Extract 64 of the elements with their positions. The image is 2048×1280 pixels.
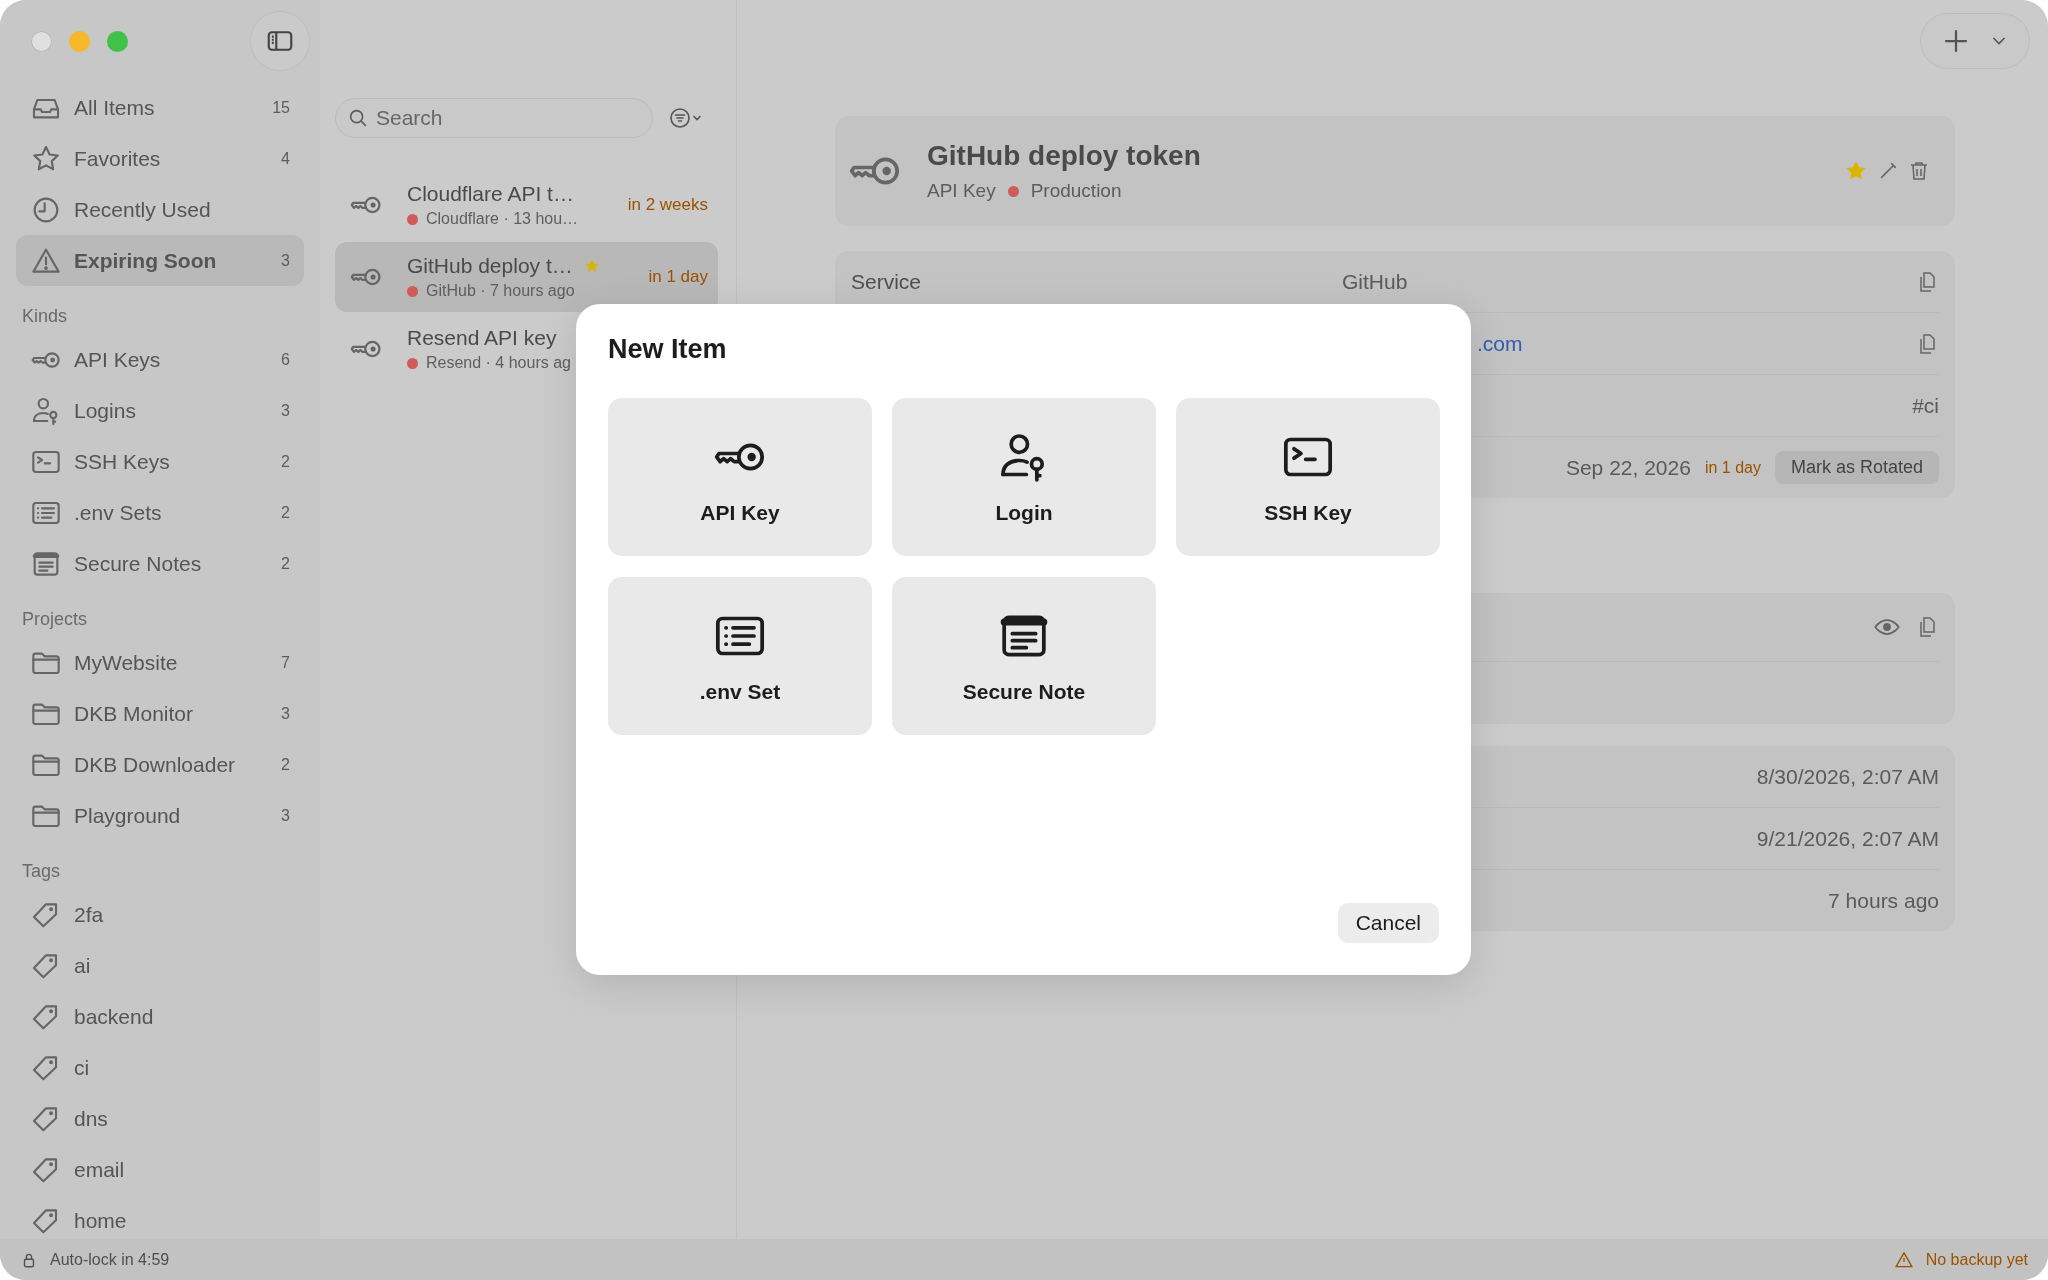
list-item[interactable]: Cloudflare API t… Cloudflare · 13 hou… in 2 weeks <box>335 170 718 240</box>
sidebar-item[interactable]: DKB Downloader 2 <box>16 739 304 790</box>
item-subtitle: GitHub · 7 hours ago <box>426 282 575 300</box>
sidebar-item[interactable]: MyWebsite 7 <box>16 637 304 688</box>
sidebar-item[interactable]: Expiring Soon 3 <box>16 235 304 286</box>
search-icon <box>347 107 369 129</box>
cancel-button[interactable]: Cancel <box>1337 903 1439 943</box>
item-type-option[interactable]: SSH Key <box>1176 398 1440 556</box>
sidebar-item[interactable]: home <box>16 1195 304 1239</box>
item-type-option[interactable]: Secure Note <box>892 577 1156 735</box>
due-label: in 1 day <box>1704 458 1761 477</box>
tag-value: #ci <box>1912 393 1939 418</box>
sidebar-item[interactable]: API Keys 6 <box>16 334 304 385</box>
due-label: in 1 day <box>648 267 708 287</box>
item-type-option[interactable]: API Key <box>608 398 872 556</box>
sidebar-item[interactable]: Playground 3 <box>16 790 304 841</box>
item-subtitle: Cloudflare · 13 hou… <box>426 210 579 228</box>
item-title: GitHub deploy token <box>927 140 1201 171</box>
close-button[interactable] <box>31 30 52 52</box>
sidebar-item[interactable]: Favorites 4 <box>16 133 304 184</box>
sidebar-item[interactable]: SSH Keys 2 <box>16 436 304 487</box>
sidebar-item[interactable]: ai <box>16 940 304 991</box>
kind-label: API Key <box>927 180 996 202</box>
field-label: Service <box>851 269 922 293</box>
status-dot <box>407 357 418 369</box>
field-value: GitHub <box>1342 269 1408 293</box>
url-link[interactable]: .com <box>1477 331 1523 355</box>
item-type-option[interactable]: .env Set <box>608 577 872 735</box>
sidebar-item[interactable]: All Items 15 <box>16 82 304 133</box>
warning-icon <box>1893 1249 1914 1270</box>
item-title: Resend API key <box>407 326 557 350</box>
sidebar-item[interactable]: ci <box>16 1042 304 1093</box>
sidebar-item[interactable]: .env Sets 2 <box>16 487 304 538</box>
metadata-value: 8/30/2026, 2:07 AM <box>1756 764 1939 789</box>
sidebar-item[interactable]: Recently Used <box>16 184 304 235</box>
section-header: Projects <box>21 608 89 631</box>
environment-label: Production <box>1030 180 1122 202</box>
status-dot <box>1007 185 1019 197</box>
status-dot <box>407 213 418 225</box>
metadata-value: 9/21/2026, 2:07 AM <box>1756 826 1939 851</box>
sidebar-item[interactable]: email <box>16 1144 304 1195</box>
autolock-label: Auto-lock in 4:59 <box>50 1250 170 1269</box>
filter-menu-button[interactable] <box>669 106 703 130</box>
dialog-title: New Item <box>608 334 728 365</box>
sidebar-item[interactable]: DKB Monitor 3 <box>16 688 304 739</box>
item-title: GitHub deploy t… <box>407 254 573 278</box>
section-header: Tags <box>21 860 62 883</box>
sidebar-item[interactable]: Secure Notes 2 <box>16 538 304 589</box>
item-title: Cloudflare API t… <box>407 182 574 206</box>
list-item[interactable]: GitHub deploy t… GitHub · 7 hours ago in 1 day <box>335 242 718 312</box>
metadata-value: 7 hours ago <box>1828 888 1939 913</box>
sidebar-item[interactable]: backend <box>16 991 304 1042</box>
item-type-option[interactable]: Login <box>892 398 1156 556</box>
backup-warning: No backup yet <box>1925 1250 2028 1269</box>
search-field[interactable]: Search <box>335 98 653 138</box>
section-header: Kinds <box>21 305 69 328</box>
sidebar-item[interactable]: dns <box>16 1093 304 1144</box>
status-dot <box>407 285 418 297</box>
sidebar-item[interactable]: Logins 3 <box>16 385 304 436</box>
sidebar-item[interactable]: 2fa <box>16 889 304 940</box>
expiry-date: Sep 22, 2026 <box>1565 455 1691 480</box>
mark-rotated-button[interactable]: Mark as Rotated <box>1774 451 1939 484</box>
due-label: in 2 weeks <box>627 195 708 215</box>
item-subtitle: Resend · 4 hours ag <box>426 354 571 372</box>
